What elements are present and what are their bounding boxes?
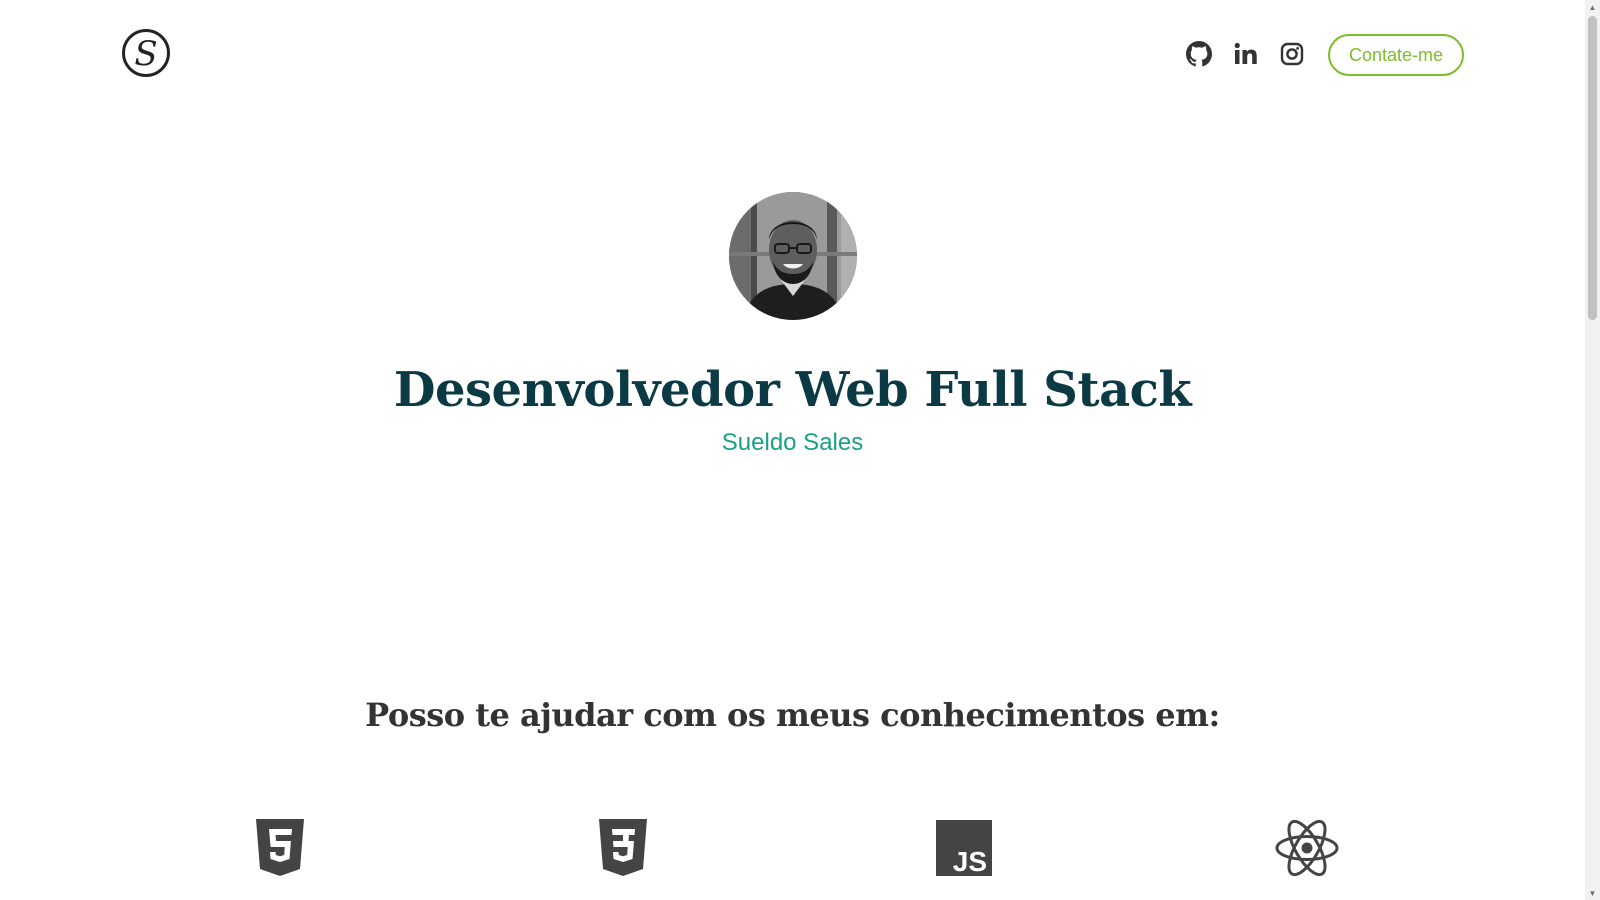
main-content: S Contate-me Desenvolvedor Web Full Stac… — [0, 0, 1585, 900]
skill-react — [1275, 816, 1339, 880]
instagram-link[interactable] — [1278, 40, 1306, 68]
skill-css3 — [591, 816, 655, 880]
linkedin-icon — [1234, 42, 1258, 66]
hero-title: Desenvolvedor Web Full Stack — [393, 362, 1192, 418]
scroll-down-arrow-icon[interactable]: ▼ — [1585, 886, 1600, 900]
vertical-scrollbar[interactable]: ▲ ▼ — [1585, 0, 1600, 900]
page: S Contate-me Desenvolvedor Web Full Stac… — [0, 0, 1600, 900]
javascript-icon: JS — [936, 820, 992, 876]
hero-subtitle: Sueldo Sales — [721, 429, 864, 456]
instagram-icon — [1280, 42, 1304, 66]
logo[interactable]: S — [122, 29, 170, 77]
css3-icon — [598, 819, 648, 877]
avatar-photo — [729, 192, 857, 320]
avatar — [729, 192, 857, 320]
scroll-up-arrow-icon[interactable]: ▲ — [1585, 0, 1600, 14]
github-link[interactable] — [1185, 40, 1213, 68]
skill-html5 — [248, 816, 312, 880]
javascript-label: JS — [953, 846, 987, 876]
scroll-thumb[interactable] — [1588, 16, 1597, 320]
linkedin-link[interactable] — [1232, 40, 1260, 68]
github-icon — [1186, 41, 1212, 67]
skills-title: Posso te ajudar com os meus conhecimento… — [365, 696, 1220, 734]
logo-letter: S — [134, 34, 158, 74]
contact-button[interactable]: Contate-me — [1328, 34, 1464, 76]
skill-javascript: JS — [932, 816, 996, 880]
html5-icon — [255, 819, 305, 877]
react-icon — [1275, 819, 1339, 877]
